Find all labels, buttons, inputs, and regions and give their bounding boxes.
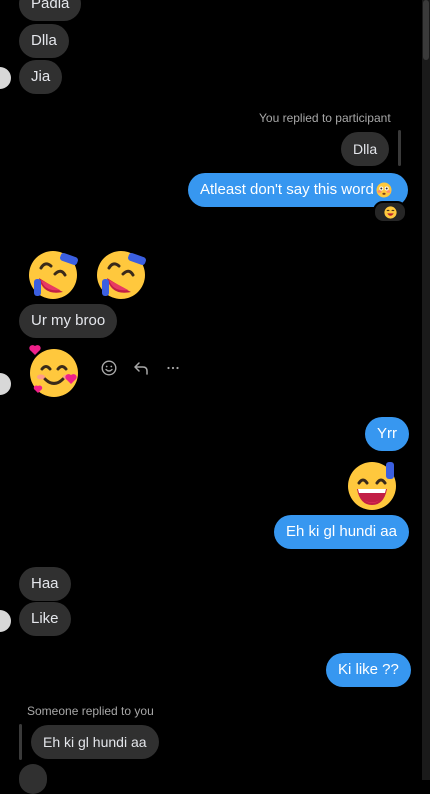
avatar[interactable]: [0, 373, 11, 395]
react-button[interactable]: [100, 359, 118, 377]
reply-caption: You replied to participant: [259, 111, 391, 125]
avatar[interactable]: [0, 67, 11, 89]
laughing-reaction-icon: [383, 205, 397, 219]
flushed-face-icon: [376, 182, 392, 198]
rolling-on-floor-laughing-icon: [29, 251, 78, 299]
reaction-badge[interactable]: [373, 201, 407, 223]
reply-button[interactable]: [132, 359, 150, 377]
message-incoming-partial[interactable]: [19, 764, 47, 794]
message-outgoing[interactable]: Eh ki gl hundi aa: [274, 515, 409, 549]
avatar[interactable]: [0, 610, 11, 632]
more-options-icon: [167, 366, 179, 370]
scrollbar-track[interactable]: [422, 0, 430, 780]
message-incoming[interactable]: Jia: [19, 60, 63, 94]
reply-arrow-icon: [134, 362, 148, 375]
message-outgoing[interactable]: Ki like ??: [326, 653, 411, 687]
message-text: Atleast don't say this word: [200, 181, 374, 198]
quoted-message[interactable]: Dlla: [341, 132, 390, 166]
message-incoming[interactable]: Like: [19, 602, 71, 636]
message-incoming[interactable]: Haa: [19, 567, 71, 601]
message-outgoing[interactable]: Yrr: [365, 417, 409, 451]
message-incoming[interactable]: Dlla: [19, 24, 69, 58]
reply-caption: Someone replied to you: [27, 704, 154, 718]
grinning-face-with-sweat-icon: [348, 462, 396, 510]
more-options-button[interactable]: [164, 359, 182, 377]
reply-indicator-bar: [398, 130, 401, 166]
quoted-message[interactable]: Eh ki gl hundi aa: [31, 725, 159, 759]
rolling-on-floor-laughing-icon: [97, 251, 146, 299]
smiling-face-with-hearts-icon: [29, 345, 78, 397]
message-outgoing[interactable]: Atleast don't say this word: [188, 173, 408, 207]
message-incoming[interactable]: Padla: [19, 0, 82, 21]
reply-indicator-bar: [19, 724, 22, 760]
message-incoming[interactable]: Ur my broo: [19, 304, 118, 338]
scrollbar-thumb[interactable]: [423, 0, 429, 60]
smiley-react-icon: [101, 360, 117, 376]
